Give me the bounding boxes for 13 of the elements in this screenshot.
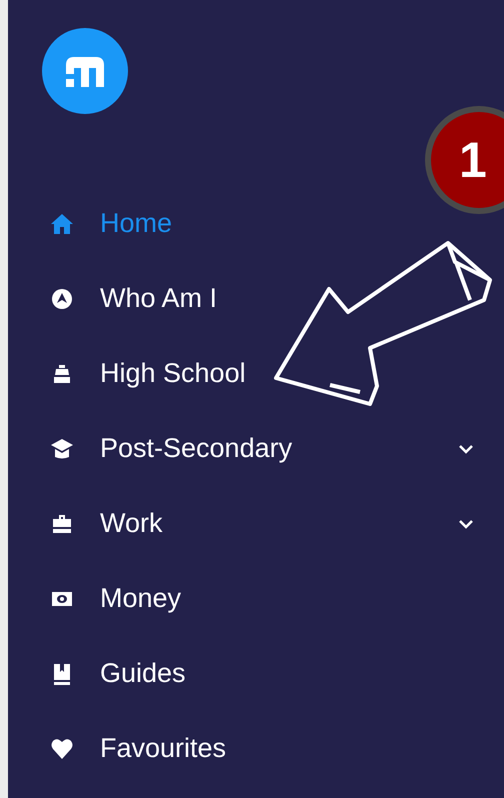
menu-item[interactable]: Guides: [50, 636, 194, 711]
menu-item[interactable]: Work: [50, 486, 504, 561]
compass-icon: [50, 286, 74, 310]
heart-icon: [50, 736, 74, 760]
menu-item[interactable]: Home: [50, 186, 180, 261]
logo-icon: [42, 28, 128, 114]
menu-item[interactable]: Money: [50, 561, 190, 636]
menu-item[interactable]: Favourites: [50, 711, 234, 786]
home-icon: [50, 212, 74, 236]
menu-item[interactable]: Post-Secondary: [50, 411, 504, 486]
menu-item[interactable]: Who Am I: [50, 261, 226, 336]
graduation-cap-icon: [50, 436, 74, 460]
menu-item[interactable]: High School: [50, 336, 254, 411]
